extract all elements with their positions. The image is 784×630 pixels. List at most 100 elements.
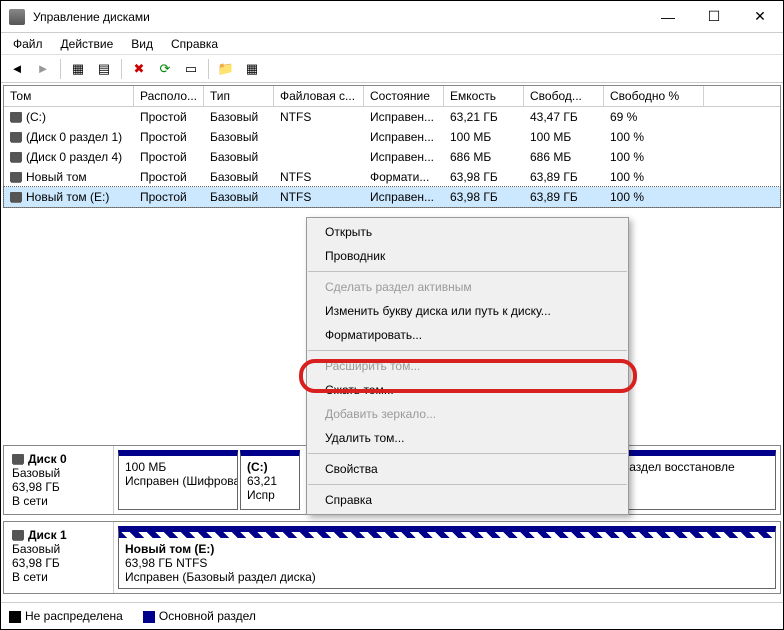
table-cell: NTFS [274, 109, 364, 125]
partition[interactable]: 100 МБИсправен (Шифрова [118, 450, 238, 510]
table-cell: Простой [134, 189, 204, 205]
table-cell: 63,21 ГБ [444, 109, 524, 125]
table-row[interactable]: (Диск 0 раздел 1)ПростойБазовыйИсправен.… [4, 127, 780, 147]
ctx-open[interactable]: Открыть [307, 220, 628, 244]
table-cell: 100 % [604, 189, 704, 205]
table-cell: 63,89 ГБ [524, 189, 604, 205]
col-volume[interactable]: Том [4, 86, 134, 106]
table-cell: Базовый [204, 109, 274, 125]
table-cell: (C:) [4, 109, 134, 125]
table-cell: 43,47 ГБ [524, 109, 604, 125]
table-cell: 69 % [604, 109, 704, 125]
volume-list-header: Том Располо... Тип Файловая с... Состоян… [4, 86, 780, 107]
ctx-delete-volume[interactable]: Удалить том... [307, 426, 628, 450]
ctx-help[interactable]: Справка [307, 488, 628, 512]
legend-primary: Основной раздел [143, 609, 256, 623]
disk-icon [12, 454, 24, 464]
col-free[interactable]: Свобод... [524, 86, 604, 106]
table-cell: Простой [134, 149, 204, 165]
table-cell: Базовый [204, 129, 274, 145]
close-button[interactable]: ✕ [737, 1, 783, 33]
col-status[interactable]: Состояние [364, 86, 444, 106]
table-cell: 63,98 ГБ [444, 189, 524, 205]
folder-icon[interactable]: 📁 [214, 57, 238, 81]
ctx-change-letter[interactable]: Изменить букву диска или путь к диску... [307, 299, 628, 323]
table-cell: Исправен... [364, 129, 444, 145]
context-menu: Открыть Проводник Сделать раздел активны… [306, 217, 629, 515]
table-cell: Исправен... [364, 189, 444, 205]
col-free-pct[interactable]: Свободно % [604, 86, 704, 106]
minimize-button[interactable]: — [645, 1, 691, 33]
ctx-separator [308, 271, 627, 272]
ctx-make-active: Сделать раздел активным [307, 275, 628, 299]
disk-label: Диск 1 Базовый 63,98 ГБ В сети [4, 522, 114, 593]
volume-list: Том Располо... Тип Файловая с... Состоян… [3, 85, 781, 208]
table-row[interactable]: Новый том (E:)ПростойБазовыйNTFSИсправен… [4, 187, 780, 207]
volume-icon [10, 192, 22, 202]
table-cell: 63,98 ГБ [444, 169, 524, 185]
table-cell: Формати... [364, 169, 444, 185]
list-icon[interactable]: ▦ [240, 57, 264, 81]
app-icon [9, 9, 25, 25]
volume-icon [10, 112, 22, 122]
volume-list-body: (C:)ПростойБазовыйNTFSИсправен...63,21 Г… [4, 107, 780, 207]
partition[interactable]: Новый том (E:)63,98 ГБ NTFSИсправен (Баз… [118, 526, 776, 589]
col-type[interactable]: Тип [204, 86, 274, 106]
delete-icon[interactable]: ✖ [127, 57, 151, 81]
menu-view[interactable]: Вид [123, 35, 161, 53]
refresh-button[interactable]: ⟳ [153, 57, 177, 81]
ctx-explorer[interactable]: Проводник [307, 244, 628, 268]
back-button[interactable]: ◄ [5, 57, 29, 81]
menu-file[interactable]: Файл [5, 35, 51, 53]
view-details-button[interactable]: ▦ [66, 57, 90, 81]
table-cell: Базовый [204, 149, 274, 165]
table-cell: NTFS [274, 169, 364, 185]
menubar: Файл Действие Вид Справка [1, 33, 783, 55]
table-cell: Исправен... [364, 149, 444, 165]
table-cell: Простой [134, 109, 204, 125]
ctx-properties[interactable]: Свойства [307, 457, 628, 481]
ctx-shrink[interactable]: Сжать том... [307, 378, 628, 402]
rescan-button[interactable]: ▭ [179, 57, 203, 81]
table-row[interactable]: Новый томПростойБазовыйNTFSФормати...63,… [4, 167, 780, 187]
toolbar-separator [208, 59, 209, 79]
forward-button[interactable]: ► [31, 57, 55, 81]
partition[interactable]: (C:)63,21Испр [240, 450, 300, 510]
maximize-button[interactable]: ☐ [691, 1, 737, 33]
legend-swatch-black [9, 611, 21, 623]
disk-management-window: Управление дисками — ☐ ✕ Файл Действие В… [0, 0, 784, 630]
volume-icon [10, 132, 22, 142]
table-cell: 686 МБ [524, 149, 604, 165]
table-cell: Новый том [4, 169, 134, 185]
table-cell: 100 % [604, 129, 704, 145]
titlebar: Управление дисками — ☐ ✕ [1, 1, 783, 33]
legend-unallocated: Не распределена [9, 609, 123, 623]
col-layout[interactable]: Располо... [134, 86, 204, 106]
toolbar-separator [121, 59, 122, 79]
table-cell: NTFS [274, 189, 364, 205]
col-capacity[interactable]: Емкость [444, 86, 524, 106]
table-cell [274, 129, 364, 145]
window-title: Управление дисками [33, 10, 645, 24]
ctx-separator [308, 350, 627, 351]
menu-action[interactable]: Действие [53, 35, 122, 53]
disk-row-1[interactable]: Диск 1 Базовый 63,98 ГБ В сети Новый том… [3, 521, 781, 594]
ctx-format[interactable]: Форматировать... [307, 323, 628, 347]
disk-icon [12, 530, 24, 540]
table-row[interactable]: (C:)ПростойБазовыйNTFSИсправен...63,21 Г… [4, 107, 780, 127]
legend: Не распределена Основной раздел [1, 602, 783, 629]
disk-label: Диск 0 Базовый 63,98 ГБ В сети [4, 446, 114, 514]
table-cell: 100 % [604, 169, 704, 185]
col-fs[interactable]: Файловая с... [274, 86, 364, 106]
table-cell: Простой [134, 129, 204, 145]
ctx-extend: Расширить том... [307, 354, 628, 378]
table-cell: 100 МБ [524, 129, 604, 145]
table-cell: 100 МБ [444, 129, 524, 145]
table-row[interactable]: (Диск 0 раздел 4)ПростойБазовый Исправен.… [4, 147, 780, 167]
menu-help[interactable]: Справка [163, 35, 226, 53]
table-cell: 63,89 ГБ [524, 169, 604, 185]
properties-button[interactable]: ▤ [92, 57, 116, 81]
table-cell: Базовый [204, 169, 274, 185]
ctx-separator [308, 453, 627, 454]
table-cell: (Диск 0 раздел 4) [4, 149, 134, 165]
